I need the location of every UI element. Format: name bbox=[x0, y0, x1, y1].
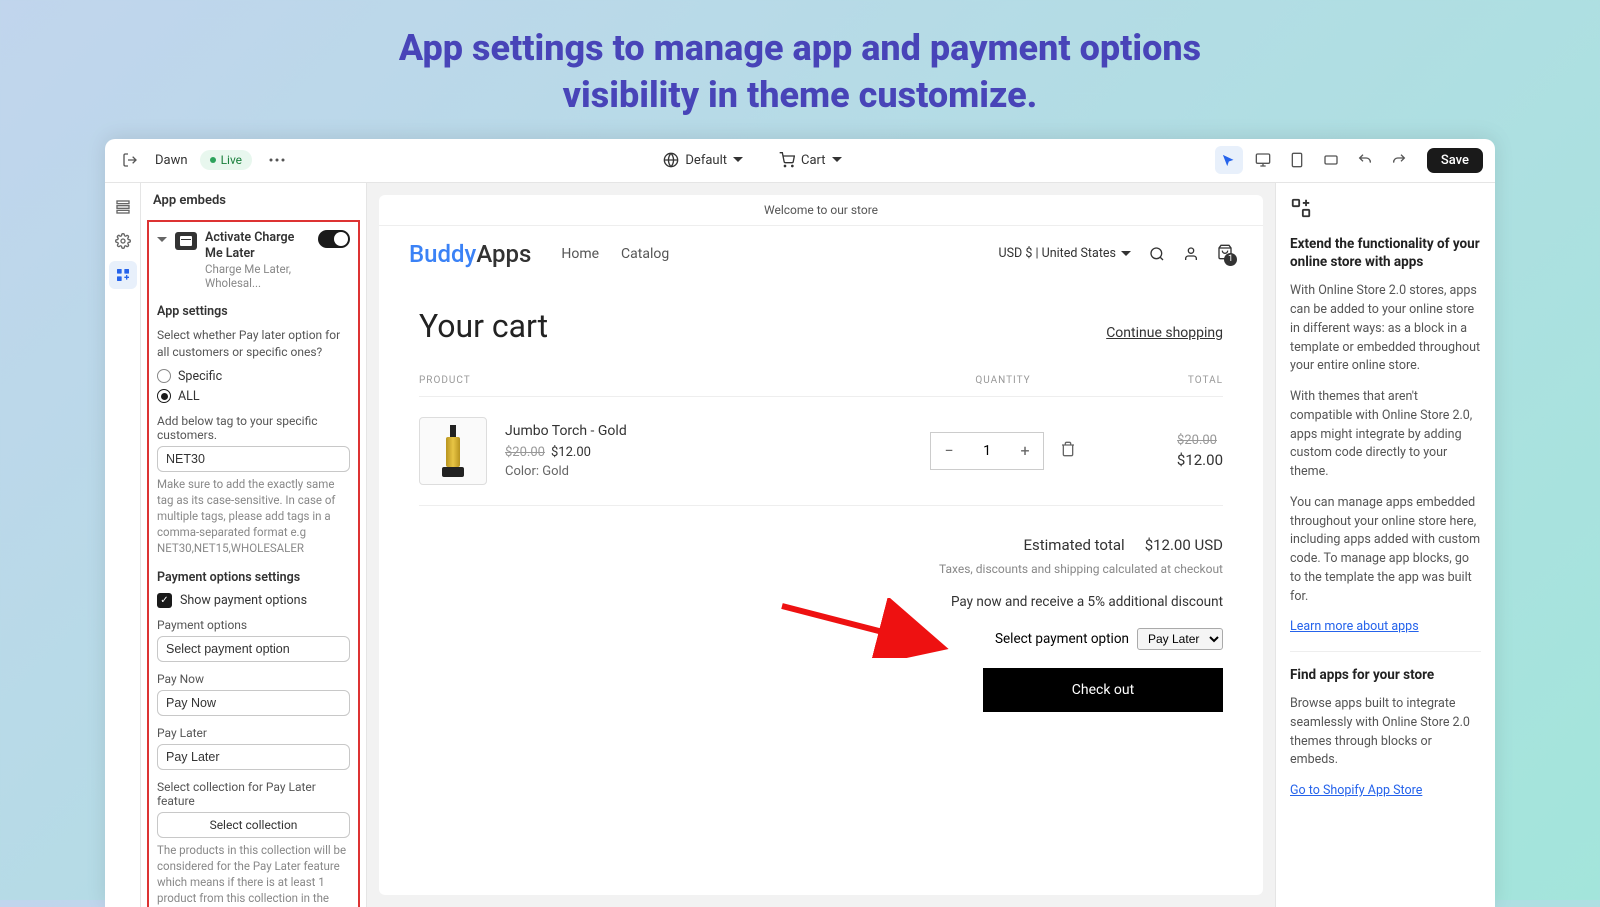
rail-apps-icon[interactable] bbox=[109, 261, 137, 289]
rpanel-heading: Extend the functionality of your online … bbox=[1290, 235, 1481, 273]
payment-options-input[interactable] bbox=[157, 636, 350, 662]
collection-hint: The products in this collection will be … bbox=[157, 842, 350, 906]
qty-increase[interactable]: + bbox=[1007, 433, 1043, 469]
fullwidth-icon[interactable] bbox=[1317, 146, 1345, 174]
save-button[interactable]: Save bbox=[1427, 148, 1483, 173]
product-name: Jumbo Torch - Gold bbox=[505, 423, 893, 439]
select-payment-dropdown[interactable]: Pay Later bbox=[1137, 628, 1223, 650]
qty-value: 1 bbox=[967, 433, 1007, 469]
tag-hint: Make sure to add the exactly same tag as… bbox=[157, 476, 350, 556]
embed-title: Activate Charge Me Later bbox=[205, 230, 310, 263]
cart-icon[interactable]: 1 bbox=[1217, 244, 1233, 264]
desktop-icon[interactable] bbox=[1249, 146, 1277, 174]
left-rail bbox=[105, 183, 141, 907]
undo-icon[interactable] bbox=[1351, 146, 1379, 174]
account-icon[interactable] bbox=[1183, 246, 1199, 262]
select-payment-label: Select payment option bbox=[995, 631, 1129, 647]
tag-input[interactable] bbox=[157, 446, 350, 472]
paynow-input[interactable] bbox=[157, 690, 350, 716]
settings-sidebar: App embeds Activate Charge Me Later Char… bbox=[141, 183, 367, 907]
rpanel-heading-2: Find apps for your store bbox=[1290, 666, 1481, 685]
banner-title: App settings to manage app and payment o… bbox=[0, 25, 1600, 119]
payment-settings-header: Payment options settings bbox=[157, 570, 350, 585]
radio-all[interactable]: ALL bbox=[157, 389, 350, 404]
remove-item-icon[interactable] bbox=[1060, 441, 1076, 461]
chevron-down-icon[interactable] bbox=[157, 235, 167, 245]
inspector-icon[interactable] bbox=[1215, 146, 1243, 174]
select-collection-button[interactable]: Select collection bbox=[157, 812, 350, 838]
theme-editor-window: Dawn Live Default Cart Save App embeds bbox=[105, 139, 1495, 907]
continue-shopping-link[interactable]: Continue shopping bbox=[1106, 325, 1223, 341]
paylater-input[interactable] bbox=[157, 744, 350, 770]
template-dropdown[interactable]: Default bbox=[655, 148, 751, 172]
topbar: Dawn Live Default Cart Save bbox=[105, 139, 1495, 183]
paylater-label: Pay Later bbox=[157, 726, 350, 740]
store-preview: Welcome to our store BuddyApps Home Cata… bbox=[367, 183, 1275, 907]
nav-catalog[interactable]: Catalog bbox=[621, 246, 669, 262]
app-settings-header: App settings bbox=[157, 304, 350, 319]
app-icon bbox=[175, 232, 197, 250]
payment-options-label: Payment options bbox=[157, 618, 350, 632]
estimated-total-label: Estimated total bbox=[1023, 536, 1124, 554]
app-store-link[interactable]: Go to Shopify App Store bbox=[1290, 783, 1422, 798]
paynow-label: Pay Now bbox=[157, 672, 350, 686]
cart-table-header: PRODUCT QUANTITY TOTAL bbox=[419, 375, 1223, 397]
product-image bbox=[419, 417, 487, 485]
checkout-button[interactable]: Check out bbox=[983, 668, 1223, 712]
rail-sections-icon[interactable] bbox=[109, 193, 137, 221]
estimated-total-value: $12.00 USD bbox=[1145, 536, 1223, 554]
search-icon[interactable] bbox=[1149, 246, 1165, 262]
product-variant: Color: Gold bbox=[505, 464, 893, 479]
tag-label: Add below tag to your specific customers… bbox=[157, 414, 350, 442]
show-payment-checkbox[interactable]: ✓Show payment options bbox=[157, 593, 350, 608]
embed-subtitle: Charge Me Later, Wholesal... bbox=[205, 262, 310, 290]
nav-home[interactable]: Home bbox=[561, 246, 599, 262]
store-header: BuddyApps Home Catalog USD $ | United St… bbox=[379, 226, 1263, 282]
tax-note: Taxes, discounts and shipping calculated… bbox=[419, 562, 1223, 576]
theme-name: Dawn bbox=[155, 153, 188, 168]
marketing-banner: App settings to manage app and payment o… bbox=[0, 0, 1600, 139]
audience-question: Select whether Pay later option for all … bbox=[157, 327, 350, 361]
embed-toggle[interactable] bbox=[318, 230, 350, 248]
right-panel: Extend the functionality of your online … bbox=[1275, 183, 1495, 907]
collection-label: Select collection for Pay Later feature bbox=[157, 780, 350, 808]
currency-selector[interactable]: USD $ | United States bbox=[998, 246, 1131, 261]
quantity-stepper: − 1 + bbox=[930, 432, 1044, 470]
rail-settings-icon[interactable] bbox=[109, 227, 137, 255]
redo-icon[interactable] bbox=[1385, 146, 1413, 174]
cart-heading: Your cart bbox=[419, 307, 548, 345]
sidebar-header: App embeds bbox=[141, 183, 366, 218]
exit-icon[interactable] bbox=[117, 147, 143, 173]
discount-note: Pay now and receive a 5% additional disc… bbox=[419, 594, 1223, 610]
mobile-icon[interactable] bbox=[1283, 146, 1311, 174]
apps-grid-icon bbox=[1290, 197, 1481, 223]
page-dropdown[interactable]: Cart bbox=[771, 148, 850, 172]
announcement-bar: Welcome to our store bbox=[379, 195, 1263, 226]
live-badge: Live bbox=[200, 150, 252, 170]
app-embed-highlight: Activate Charge Me Later Charge Me Later… bbox=[147, 220, 360, 907]
more-icon[interactable] bbox=[264, 147, 290, 173]
cart-item-row: Jumbo Torch - Gold $20.00$12.00 Color: G… bbox=[419, 397, 1223, 506]
radio-specific[interactable]: Specific bbox=[157, 369, 350, 384]
store-logo: BuddyApps bbox=[409, 240, 531, 268]
qty-decrease[interactable]: − bbox=[931, 433, 967, 469]
learn-more-link[interactable]: Learn more about apps bbox=[1290, 619, 1419, 634]
